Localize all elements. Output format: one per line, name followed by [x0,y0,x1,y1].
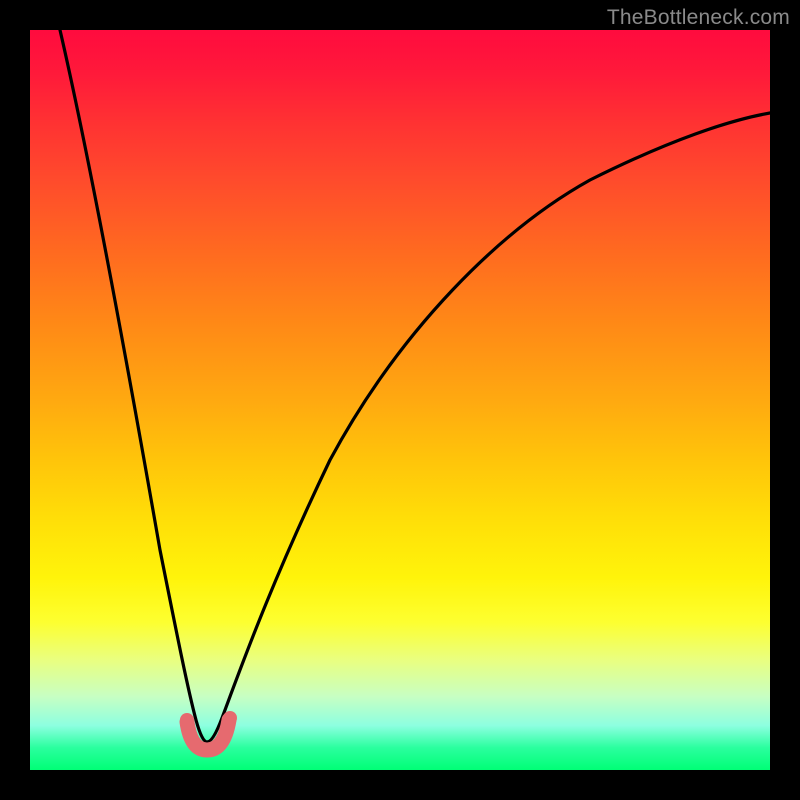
curve-layer [30,30,770,770]
chart-canvas: TheBottleneck.com [0,0,800,800]
marker-dot-left [180,713,194,727]
marker-band [187,720,229,750]
marker-dot-right [223,711,237,725]
plot-area [30,30,770,770]
bottleneck-curve [60,30,770,742]
watermark-text: TheBottleneck.com [607,6,790,30]
